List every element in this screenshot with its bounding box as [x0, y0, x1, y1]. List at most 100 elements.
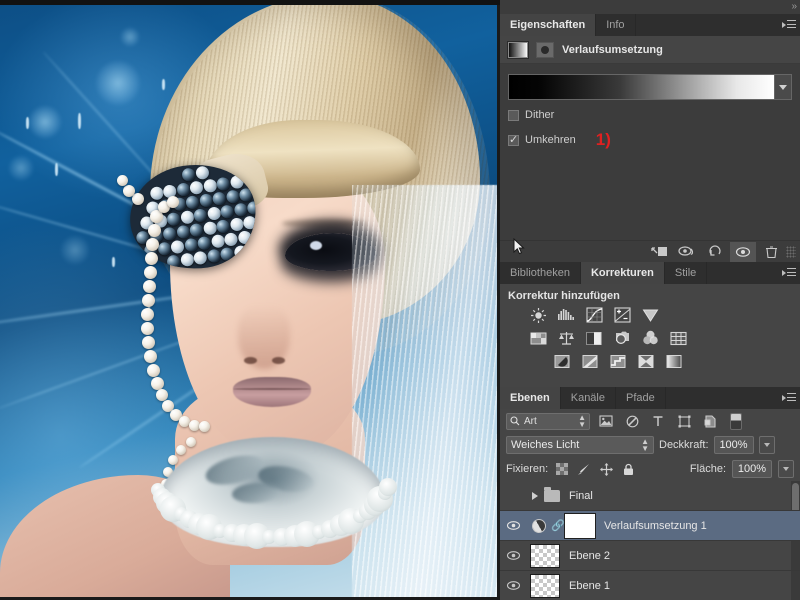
delete-trash-icon[interactable] [758, 242, 784, 262]
fill-dropdown-button[interactable] [778, 460, 794, 478]
layer-visibility-toggle[interactable] [500, 550, 526, 561]
gradient-map-layer-icon [529, 516, 548, 535]
color-lookup-icon[interactable] [668, 329, 688, 347]
eye-icon [506, 580, 521, 591]
tab-pfade[interactable]: Pfade [616, 387, 666, 409]
grid-glyph [670, 331, 687, 346]
chevron-right-icon[interactable] [532, 492, 538, 500]
table-row[interactable]: Ebene 2 [500, 541, 800, 571]
curves-icon[interactable] [584, 306, 604, 324]
gem [224, 232, 239, 247]
panel-menu-icon [782, 20, 796, 30]
layer-thumbnail[interactable] [530, 574, 560, 598]
table-row[interactable]: Ebene 1 [500, 571, 800, 600]
folder-icon [544, 490, 560, 502]
brightness-contrast-icon[interactable] [528, 306, 548, 324]
gradient-map-icon[interactable] [664, 352, 684, 370]
tab-stile[interactable]: Stile [665, 262, 707, 284]
posterize-icon[interactable] [580, 352, 600, 370]
visibility-eye-icon[interactable] [730, 242, 756, 262]
shape-layer-filter-icon[interactable] [674, 412, 694, 430]
umkehren-checkbox[interactable] [508, 135, 519, 146]
bokeh-dot [60, 235, 90, 265]
dither-label: Dither [525, 109, 554, 121]
toggle-preview-icon[interactable] [674, 242, 700, 262]
opacity-input[interactable]: 100% [714, 436, 754, 454]
tab-korrekturen[interactable]: Korrekturen [581, 262, 665, 284]
layer-visibility-toggle[interactable] [500, 580, 526, 591]
tabstrip-filler [666, 387, 778, 409]
pixel-layer-filter-icon[interactable] [596, 412, 616, 430]
pearl [143, 280, 156, 293]
link-mask-icon[interactable]: 🔗 [551, 519, 561, 532]
reset-icon[interactable] [702, 242, 728, 262]
gem [170, 240, 185, 255]
tab-label: Stile [675, 267, 696, 279]
tab-label: Eigenschaften [510, 19, 585, 31]
hue-saturation-icon[interactable] [528, 329, 548, 347]
invert-icon[interactable] [552, 352, 572, 370]
gradient-preview-bar[interactable] [508, 74, 774, 100]
tab-ebenen[interactable]: Ebenen [500, 387, 561, 409]
selective-color-icon[interactable] [636, 352, 656, 370]
eye-highlight [310, 241, 322, 250]
blend-mode-row: Weiches Licht ▲ ▼ Deckkraft: 100% [500, 433, 800, 457]
channel-mixer-icon[interactable] [640, 329, 660, 347]
fill-input[interactable]: 100% [732, 460, 772, 478]
gem [198, 193, 213, 208]
tab-bibliotheken[interactable]: Bibliotheken [500, 262, 581, 284]
table-row[interactable]: Final [500, 481, 800, 511]
opacity-dropdown-button[interactable] [759, 436, 775, 454]
hue-sat-glyph [530, 331, 547, 346]
lock-transparent-pixels-icon[interactable] [554, 461, 570, 477]
gem [166, 254, 181, 269]
exposure-icon[interactable] [612, 306, 632, 324]
filter-type-select[interactable]: Art ▲ ▼ [506, 413, 590, 430]
tab-info[interactable]: Info [596, 14, 635, 36]
layer-visibility-toggle[interactable] [500, 520, 526, 531]
gradient-picker-button[interactable] [774, 74, 792, 100]
opacity-value: 100% [719, 439, 747, 451]
lock-position-icon[interactable] [598, 461, 614, 477]
adjustments-panel-menu-button[interactable] [778, 262, 800, 284]
photo-filter-icon[interactable] [612, 329, 632, 347]
color-balance-icon[interactable] [556, 329, 576, 347]
gem [210, 234, 225, 249]
levels-icon[interactable] [556, 306, 576, 324]
collapse-panels-icon[interactable]: » [791, 1, 796, 12]
stepper-icon[interactable]: ▲ ▼ [641, 438, 649, 452]
adjustment-layer-filter-icon[interactable] [622, 412, 642, 430]
tab-eigenschaften[interactable]: Eigenschaften [500, 14, 596, 36]
filter-toggle-switch[interactable] [730, 413, 742, 430]
gradient-map-icon[interactable] [508, 42, 528, 58]
threshold-icon[interactable] [608, 352, 628, 370]
dither-checkbox[interactable] [508, 110, 519, 121]
clip-to-layer-icon[interactable] [646, 242, 672, 262]
lock-image-pixels-icon[interactable] [576, 461, 592, 477]
vibrance-icon[interactable] [640, 306, 660, 324]
lock-all-icon[interactable] [620, 461, 636, 477]
bokeh-dot [28, 105, 62, 139]
mask-icon[interactable] [536, 42, 554, 58]
dither-option-row[interactable]: Dither [508, 109, 792, 121]
layer-mask-thumbnail[interactable] [565, 514, 595, 538]
umkehren-option-row[interactable]: Umkehren 1) [508, 130, 792, 150]
stepper-icon[interactable]: ▲ ▼ [578, 414, 586, 428]
move-arrows-glyph [600, 463, 613, 476]
tab-kanaele[interactable]: Kanäle [561, 387, 616, 409]
black-white-icon[interactable] [584, 329, 604, 347]
spark [26, 117, 29, 129]
clip-to-layer-glyph [651, 245, 668, 258]
resize-grip-icon[interactable] [786, 246, 796, 258]
type-layer-filter-icon[interactable] [648, 412, 668, 430]
layers-panel-menu-button[interactable] [778, 387, 800, 409]
document-canvas[interactable] [0, 0, 500, 600]
umkehren-label: Umkehren [525, 134, 576, 146]
chevron-down-icon [779, 85, 787, 90]
layer-thumbnail[interactable] [530, 544, 560, 568]
layer-list: Final 🔗 Verlaufsumsetzung 1 Ebene 2 Eben… [500, 481, 800, 600]
smart-object-filter-icon[interactable] [700, 412, 720, 430]
blend-mode-select[interactable]: Weiches Licht ▲ ▼ [506, 436, 654, 454]
properties-panel-menu-button[interactable] [778, 14, 800, 36]
table-row[interactable]: 🔗 Verlaufsumsetzung 1 [500, 511, 800, 541]
